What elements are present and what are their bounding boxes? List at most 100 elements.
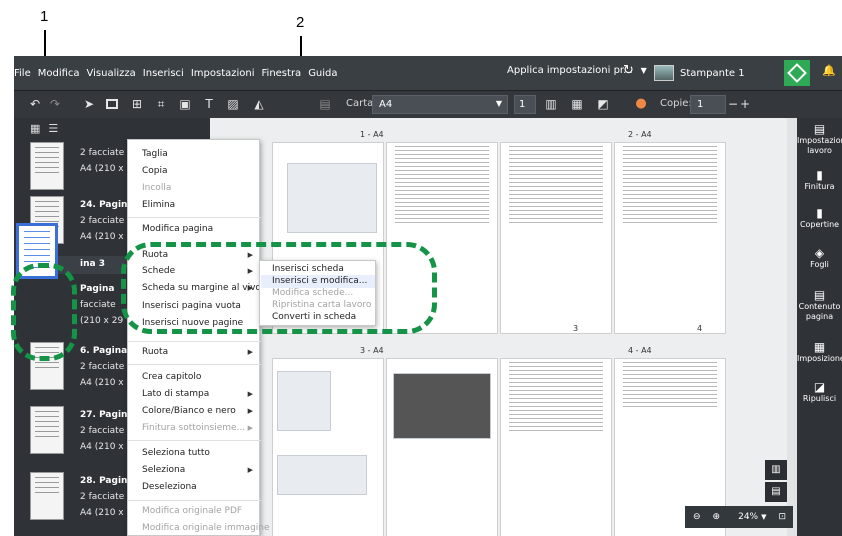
- copies-value: 1: [697, 99, 704, 110]
- menu-item-elimina[interactable]: Elimina: [142, 200, 175, 210]
- menu-separator: [128, 217, 261, 218]
- zoom-controls: ⊖ ⊕ 24% ▼ ⊡: [685, 506, 793, 528]
- sheets-tab[interactable]: ◈ Fogli: [797, 247, 842, 270]
- settings-panel: ▤Impostazioni lavoro ▮Finitura ▮Copertin…: [797, 118, 842, 536]
- select-rect-icon[interactable]: [106, 99, 118, 109]
- tab-label: Contenuto pagina: [798, 302, 841, 321]
- color-icon[interactable]: ●: [634, 97, 648, 111]
- copies-increment-button[interactable]: +: [738, 97, 752, 111]
- send-job-button[interactable]: [784, 60, 810, 86]
- page-count-select[interactable]: 1: [514, 95, 536, 114]
- paper-value: A4: [379, 99, 393, 110]
- duplex-icon[interactable]: ▥: [544, 97, 558, 111]
- crop-icon[interactable]: ⌗: [154, 97, 168, 111]
- menu-modifica[interactable]: Modifica: [38, 68, 87, 79]
- bell-icon[interactable]: 🔔: [822, 64, 836, 77]
- finishing-icon: ▮: [816, 168, 823, 182]
- screenshot-image: [287, 163, 377, 233]
- imposition-tab[interactable]: ▦ Imposizione: [797, 341, 842, 364]
- image-edit-icon[interactable]: ▣: [178, 97, 192, 111]
- page-content-tab[interactable]: ▤ Contenuto pagina: [797, 289, 842, 322]
- job-settings-tab[interactable]: ▤Impostazioni lavoro: [797, 123, 842, 156]
- zoom-out-icon[interactable]: ⊖: [693, 512, 701, 522]
- callout-highlight-1: [11, 263, 77, 361]
- page-preview-5[interactable]: [272, 358, 384, 536]
- menu-item-finitura-sottoinsieme[interactable]: Finitura sottoinsieme...: [142, 423, 245, 433]
- menu-item-incolla[interactable]: Incolla: [142, 183, 171, 193]
- text-icon[interactable]: T: [202, 97, 216, 111]
- page-title: Pagina: [80, 284, 115, 294]
- menu-item-deseleziona[interactable]: Deseleziona: [142, 482, 197, 492]
- paper-select[interactable]: A4 ▼: [372, 95, 508, 114]
- cleanup-tab[interactable]: ◪ Ripulisci: [797, 381, 842, 404]
- page-size: (210 x 29: [80, 316, 124, 326]
- page-sides: facciate: [80, 300, 116, 310]
- menu-item-ruota[interactable]: Ruota: [142, 347, 168, 357]
- page-sides: 2 facciate |: [80, 362, 131, 372]
- page-preview-7[interactable]: [500, 358, 612, 536]
- gradient-icon[interactable]: ◩: [596, 97, 610, 111]
- zoom-level[interactable]: 24%: [738, 512, 758, 522]
- redo-icon[interactable]: ↷: [48, 97, 62, 111]
- two-page-view-icon[interactable]: ▥: [765, 460, 787, 480]
- menu-item-modifica-originale-immagine[interactable]: Modifica originale immagine: [142, 523, 270, 533]
- tab-label: Ripulisci: [802, 394, 837, 403]
- page-preview-6[interactable]: [386, 358, 498, 536]
- page-view-icon[interactable]: ▤: [318, 97, 332, 111]
- menu-item-taglia[interactable]: Taglia: [142, 149, 168, 159]
- workspace-scrollbar[interactable]: [787, 118, 797, 536]
- page-sides: 2 facciate |: [80, 148, 131, 158]
- printer-label: Stampante 1: [680, 67, 745, 79]
- grid-view-icon[interactable]: ▦: [30, 122, 40, 135]
- menu-guida[interactable]: Guida: [308, 68, 344, 79]
- undo-icon[interactable]: ↶: [28, 97, 42, 111]
- split-icon[interactable]: ⊞: [130, 97, 144, 111]
- image-icon[interactable]: ▨: [226, 97, 240, 111]
- menu-item-lato-di-stampa[interactable]: Lato di stampa: [142, 389, 209, 399]
- list-view-icon[interactable]: ☰: [48, 122, 58, 135]
- chapter-title: ina 3: [80, 259, 105, 269]
- menu-item-modifica-pagina[interactable]: Modifica pagina: [142, 224, 213, 234]
- page-count-value: 1: [519, 99, 526, 110]
- printer-select[interactable]: Stampante 1 ▼: [654, 62, 792, 84]
- covers-tab[interactable]: ▮ Copertine: [797, 206, 842, 230]
- menu-separator: [128, 364, 261, 365]
- menu-item-seleziona[interactable]: Seleziona: [142, 465, 185, 475]
- copies-input[interactable]: 1: [690, 95, 726, 114]
- page-preview-2b[interactable]: [500, 142, 612, 334]
- menu-item-copia[interactable]: Copia: [142, 166, 168, 176]
- shape-icon[interactable]: ◭: [252, 97, 266, 111]
- fit-page-icon[interactable]: ⊡: [779, 512, 787, 522]
- refresh-icon[interactable]: ↻: [623, 63, 634, 78]
- finishing-tab[interactable]: ▮ Finitura: [797, 168, 842, 192]
- page-title: 6. Pagina: [80, 346, 128, 356]
- layout-icon[interactable]: ▦: [570, 97, 584, 111]
- menu-inserisci[interactable]: Inserisci: [143, 68, 191, 79]
- menu-item-crea-capitolo[interactable]: Crea capitolo: [142, 372, 201, 382]
- tab-label: Imposizione: [797, 354, 842, 363]
- callout-highlight-2: [121, 242, 437, 334]
- menu-visualizza[interactable]: Visualizza: [87, 68, 143, 79]
- menu-item-modifica-originale-pdf[interactable]: Modifica originale PDF: [142, 506, 242, 516]
- menu-finestra[interactable]: Finestra: [262, 68, 309, 79]
- pointer-icon[interactable]: ➤: [82, 97, 96, 111]
- page-title: 27. Pagina: [80, 410, 134, 420]
- menu-bar: File Modifica Visualizza Inserisci Impos…: [14, 56, 842, 90]
- page-thumbnail: [30, 472, 64, 520]
- menu-impostazioni[interactable]: Impostazioni: [191, 68, 262, 79]
- page-thumbnail: [30, 406, 64, 454]
- chevron-down-icon: ▼: [761, 513, 767, 521]
- menu-item-seleziona-tutto[interactable]: Seleziona tutto: [142, 448, 210, 458]
- send-icon: [787, 63, 807, 83]
- printer-icon: [654, 65, 674, 81]
- menu-item-colore[interactable]: Colore/Bianco e nero: [142, 406, 236, 416]
- tab-label: Impostazioni lavoro: [797, 136, 842, 155]
- cover-icon: ▮: [816, 206, 823, 220]
- menu-file[interactable]: File: [14, 68, 38, 79]
- page-preview-3[interactable]: [614, 142, 726, 334]
- tab-label: Fogli: [810, 260, 829, 269]
- book-view-icon[interactable]: ▤: [765, 482, 787, 502]
- context-menu: Taglia Copia Incolla Elimina Modifica pa…: [127, 139, 270, 536]
- page-label-3: 3 - A4: [360, 346, 384, 355]
- zoom-in-icon[interactable]: ⊕: [713, 512, 721, 522]
